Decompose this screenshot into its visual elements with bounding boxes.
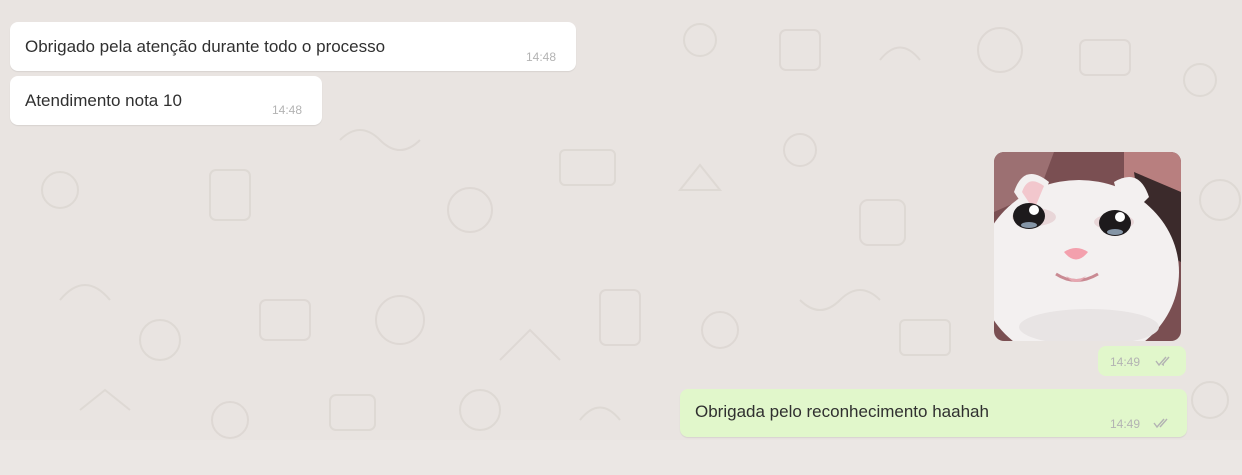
- message-text: Obrigada pelo reconhecimento haahah: [695, 402, 989, 421]
- message-time: 14:49: [1110, 355, 1141, 369]
- cat-sticker-image: [994, 152, 1181, 341]
- message-time: 14:48: [272, 103, 303, 117]
- chat-panel: Obrigado pela atenção durante todo o pro…: [0, 0, 1242, 475]
- crying-cat-sticker[interactable]: [994, 152, 1181, 341]
- incoming-message-bubble[interactable]: Atendimento nota 10 14:48: [10, 76, 322, 125]
- message-text: Obrigado pela atenção durante todo o pro…: [25, 37, 386, 56]
- sticker-time-badge: 14:49: [1098, 346, 1186, 376]
- chat-footer-area: [0, 440, 1242, 475]
- read-double-check-icon: [1155, 356, 1170, 367]
- message-time: 14:48: [526, 50, 557, 64]
- message-time: 14:49: [1110, 417, 1141, 431]
- message-text: Atendimento nota 10: [25, 91, 182, 110]
- incoming-message-bubble[interactable]: Obrigado pela atenção durante todo o pro…: [10, 22, 576, 71]
- outgoing-message-bubble[interactable]: Obrigada pelo reconhecimento haahah 14:4…: [680, 389, 1187, 437]
- read-double-check-icon: [1153, 418, 1168, 429]
